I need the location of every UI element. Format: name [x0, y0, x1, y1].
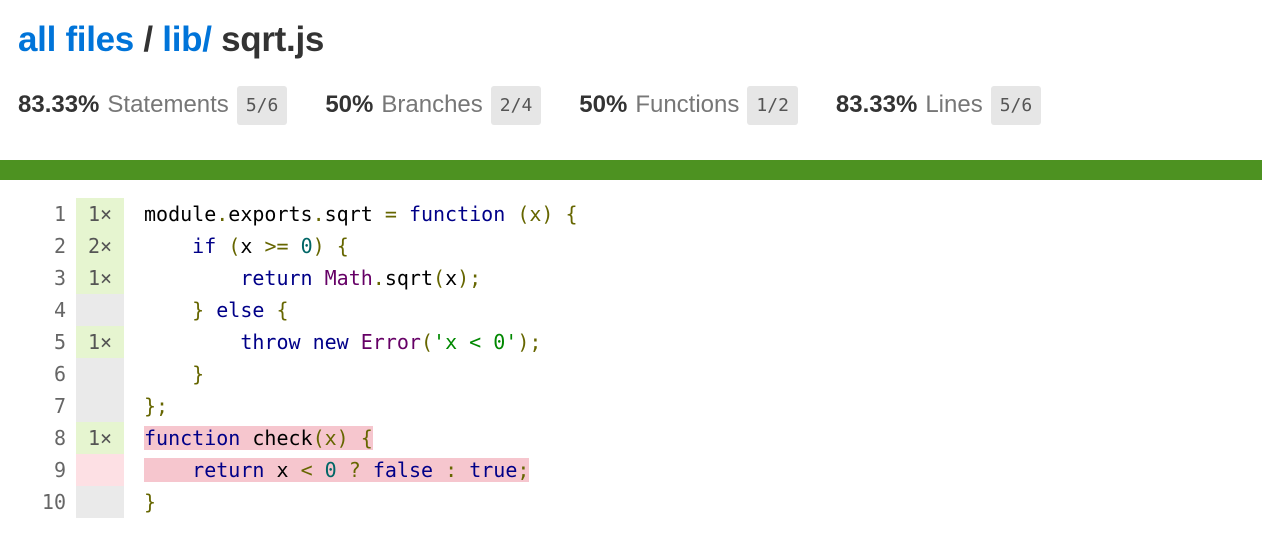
source-line: } [192, 362, 205, 386]
line-number: 2 [53, 234, 66, 258]
source-line: throw new Error('x < 0'); [240, 330, 542, 354]
coverage-status-bar [0, 160, 1262, 180]
coverage-summary: 83.33% Statements 5/6 50% Branches 2/4 5… [18, 85, 1079, 125]
source-line-uncovered: function check(x) { [144, 422, 373, 454]
statements-metric: 83.33% Statements 5/6 [18, 85, 288, 125]
line-number: 9 [53, 458, 66, 482]
breadcrumb-link-all-files[interactable]: all files [18, 20, 134, 59]
breadcrumb-current-file: sqrt.js [221, 20, 325, 59]
uncovered-statement-highlight: return x < 0 ? false : true; [144, 458, 530, 482]
line-number: 10 [41, 490, 66, 514]
branches-fraction: 2/4 [490, 85, 542, 125]
hit-count [76, 358, 124, 390]
source-line: if (x >= 0) { [192, 234, 349, 258]
line-number: 3 [53, 266, 66, 290]
line-number: 8 [53, 426, 66, 450]
breadcrumb-link-lib[interactable]: lib/ [162, 20, 212, 59]
hit-count [76, 390, 124, 422]
source-line: }; [144, 394, 169, 418]
line-number: 6 [53, 362, 66, 386]
line-number: 1 [53, 202, 66, 226]
source-line: } else { [192, 298, 289, 322]
source-line: } [144, 490, 157, 514]
breadcrumb-separator: / [143, 20, 153, 59]
hit-count: 1× [76, 422, 124, 454]
hit-count: 1× [76, 262, 124, 294]
functions-metric: 50% Functions 1/2 [579, 85, 798, 125]
functions-percent: 50% [579, 91, 628, 118]
branches-label: Branches [381, 91, 483, 118]
lines-percent: 83.33% [835, 91, 918, 118]
lines-label: Lines [925, 91, 983, 118]
uncovered-function-highlight: function check(x) { [144, 426, 373, 450]
hit-count [76, 454, 124, 486]
statements-label: Statements [107, 91, 229, 118]
branches-metric: 50% Branches 2/4 [325, 85, 542, 125]
statements-fraction: 5/6 [236, 85, 288, 125]
source-line: module.exports.sqrt = function (x) { [144, 202, 578, 226]
line-number: 5 [53, 330, 66, 354]
branches-percent: 50% [325, 91, 374, 118]
hit-count: 1× [76, 326, 124, 358]
source-line-uncovered: return x < 0 ? false : true; [144, 454, 530, 486]
breadcrumb: all files / lib/ sqrt.js [18, 20, 324, 60]
source-line: return Math.sqrt(x); [240, 266, 482, 290]
hit-count: 2× [76, 230, 124, 262]
hit-count: 1× [76, 198, 124, 230]
functions-fraction: 1/2 [747, 85, 798, 125]
functions-label: Functions [635, 91, 740, 118]
hit-count [76, 486, 124, 518]
lines-fraction: 5/6 [990, 85, 1042, 125]
line-number: 7 [53, 394, 66, 418]
hit-count [76, 294, 124, 326]
lines-metric: 83.33% Lines 5/6 [835, 85, 1042, 125]
line-number: 4 [53, 298, 66, 322]
statements-percent: 83.33% [18, 91, 100, 118]
